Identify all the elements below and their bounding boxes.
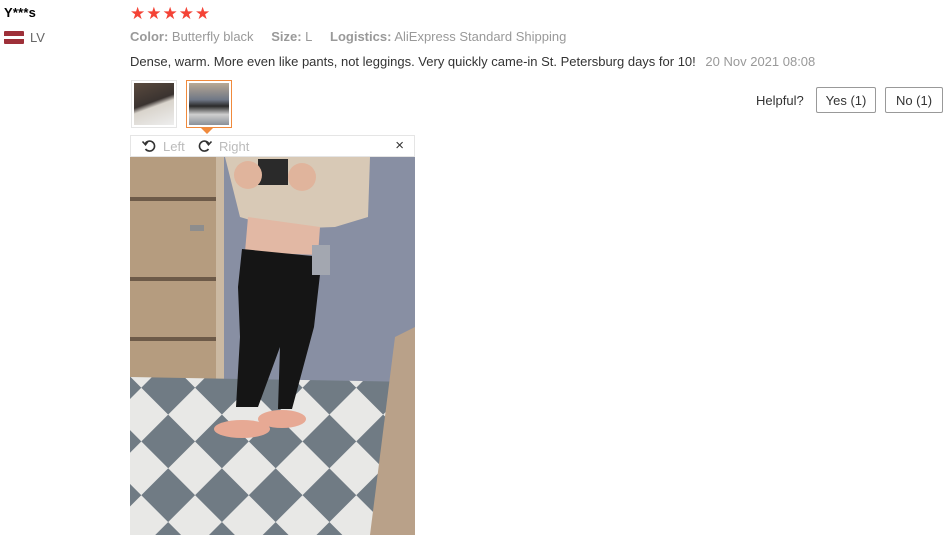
country-code: LV — [30, 30, 45, 45]
helpful-label: Helpful? — [756, 93, 804, 108]
review-date: 20 Nov 2021 08:08 — [705, 54, 816, 69]
photo-viewer-toolbar: Left Right × — [130, 135, 415, 157]
review-photo-thumb-2[interactable] — [186, 80, 232, 128]
rotate-right-button[interactable]: Right — [197, 138, 249, 154]
flag-latvia-icon — [4, 31, 24, 44]
review-meta: Color: Butterfly black Size: L Logistics… — [130, 29, 580, 44]
helpful-no-button[interactable]: No (1) — [885, 87, 943, 113]
reviewer-name: Y***s — [4, 5, 37, 20]
logistics-label: Logistics: — [330, 29, 392, 44]
thumb-image — [134, 83, 174, 125]
thumb-image — [189, 83, 229, 125]
star-rating: ★★★★★ — [130, 4, 212, 23]
color-value: Butterfly black — [171, 29, 254, 44]
size-value: L — [305, 29, 313, 44]
reviewer-country: LV — [4, 30, 45, 45]
rotate-right-label: Right — [219, 138, 250, 154]
rotate-right-icon — [198, 140, 213, 152]
rotate-left-label: Left — [163, 138, 185, 154]
rotate-left-button[interactable]: Left — [141, 138, 185, 154]
review-photo-large — [130, 157, 415, 535]
size-label: Size: — [271, 29, 302, 44]
review-photo-image — [130, 157, 415, 535]
active-thumb-caret-icon — [201, 128, 213, 134]
review-photo-thumb-1[interactable] — [131, 80, 177, 128]
logistics-value: AliExpress Standard Shipping — [394, 29, 567, 44]
close-icon[interactable]: × — [395, 137, 404, 154]
rotate-left-icon — [141, 140, 156, 152]
review-body: Dense, warm. More even like pants, not l… — [130, 54, 815, 69]
color-label: Color: — [130, 29, 169, 44]
review-text: Dense, warm. More even like pants, not l… — [130, 54, 696, 69]
helpful-yes-button[interactable]: Yes (1) — [816, 87, 876, 113]
